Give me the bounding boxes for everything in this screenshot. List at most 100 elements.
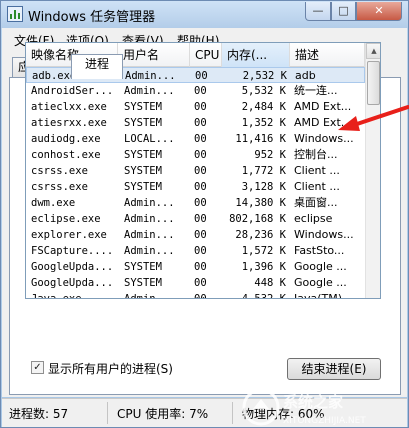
cell-description: 控制台... bbox=[294, 148, 338, 161]
cell-image-name: conhost.exe bbox=[31, 149, 101, 161]
cell-user-name: Admin... bbox=[124, 229, 175, 241]
cell-memory: 448 K bbox=[254, 277, 286, 289]
cell-image-name: csrss.exe bbox=[31, 165, 88, 177]
process-row[interactable]: AndroidSer... Admin... 00 5,532 K 统一连... bbox=[26, 83, 365, 99]
process-row[interactable]: Java.exe Admin... 00 4,532 K Java(TM)... bbox=[26, 291, 365, 299]
process-row[interactable]: FSCapture.... Admin... 00 1,572 K FastSto... bbox=[26, 243, 365, 259]
cell-image-name: GoogleUpda... bbox=[31, 261, 114, 273]
cell-user-name: Admin... bbox=[124, 213, 175, 225]
cell-user-name: SYSTEM bbox=[124, 261, 162, 273]
cell-description: Windows... bbox=[294, 228, 354, 241]
process-row[interactable]: atiesrxx.exe SYSTEM 00 1,352 K AMD Ext... bbox=[26, 115, 365, 131]
cell-description: Client ... bbox=[294, 164, 340, 177]
cell-image-name: FSCapture.... bbox=[31, 245, 114, 257]
scroll-up-icon[interactable]: ▲ bbox=[366, 43, 380, 59]
column-cpu[interactable]: CPU bbox=[190, 43, 222, 67]
cell-user-name: SYSTEM bbox=[124, 277, 162, 289]
cell-user-name: Admin... bbox=[124, 245, 175, 257]
cell-memory: 2,484 K bbox=[241, 101, 286, 113]
cell-user-name: Admin... bbox=[124, 293, 175, 299]
cell-image-name: GoogleUpda... bbox=[31, 277, 114, 289]
cell-image-name: atieclxx.exe bbox=[31, 101, 107, 113]
cell-user-name: SYSTEM bbox=[124, 117, 162, 129]
process-row[interactable]: dwm.exe Admin... 00 14,380 K 桌面窗... bbox=[26, 195, 365, 211]
column-user-name[interactable]: 用户名 bbox=[118, 43, 190, 67]
task-manager-icon bbox=[7, 6, 23, 22]
cell-memory: 3,128 K bbox=[241, 181, 286, 193]
minimize-button[interactable]: — bbox=[305, 2, 331, 21]
process-row[interactable]: csrss.exe SYSTEM 00 1,772 K Client ... bbox=[26, 163, 365, 179]
tab-processes[interactable]: 进程 bbox=[71, 54, 123, 79]
process-row[interactable]: conhost.exe SYSTEM 00 952 K 控制台... bbox=[26, 147, 365, 163]
cell-user-name: Admin... bbox=[124, 85, 175, 97]
cell-description: 统一连... bbox=[294, 84, 338, 97]
cell-cpu: 00 bbox=[194, 229, 207, 241]
task-manager-window: Windows 任务管理器 — □ ✕ 文件(F) 选项(O) 查看(V) 帮助… bbox=[0, 0, 409, 428]
cell-image-name: atiesrxx.exe bbox=[31, 117, 107, 129]
cell-cpu: 00 bbox=[194, 293, 207, 299]
process-row[interactable]: GoogleUpda... SYSTEM 00 448 K Google ... bbox=[26, 275, 365, 291]
window-title: Windows 任务管理器 bbox=[28, 10, 156, 25]
cell-user-name: Admin... bbox=[124, 197, 175, 209]
show-all-users-label[interactable]: 显示所有用户的进程(S) bbox=[48, 360, 173, 377]
cell-cpu: 00 bbox=[194, 85, 207, 97]
process-row[interactable]: atieclxx.exe SYSTEM 00 2,484 K AMD Ext... bbox=[26, 99, 365, 115]
cell-memory: 952 K bbox=[254, 149, 286, 161]
cell-user-name: SYSTEM bbox=[124, 149, 162, 161]
vertical-scrollbar[interactable]: ▲ bbox=[365, 43, 380, 298]
cell-cpu: 00 bbox=[194, 117, 207, 129]
cell-description: adb bbox=[295, 69, 316, 82]
cell-image-name: AndroidSer... bbox=[31, 85, 114, 97]
cell-image-name: eclipse.exe bbox=[31, 213, 101, 225]
cell-cpu: 00 bbox=[195, 70, 208, 82]
cell-description: FastSto... bbox=[294, 244, 345, 257]
red-arrow-annotation bbox=[338, 105, 409, 131]
maximize-button[interactable]: □ bbox=[331, 2, 356, 21]
title-bar[interactable]: Windows 任务管理器 — □ ✕ bbox=[1, 1, 408, 28]
scroll-thumb[interactable] bbox=[367, 61, 380, 105]
watermark-subtext: XITONGZHIJIA.NET bbox=[283, 416, 366, 426]
cell-cpu: 00 bbox=[194, 213, 207, 225]
cell-description: Java(TM)... bbox=[294, 292, 353, 299]
process-row[interactable]: audiodg.exe LOCAL... 00 11,416 K Windows... bbox=[26, 131, 365, 147]
cell-memory: 2,532 K bbox=[242, 70, 287, 82]
cell-description: eclipse bbox=[294, 212, 333, 225]
cell-description: 桌面窗... bbox=[294, 196, 338, 209]
cell-memory: 28,236 K bbox=[235, 229, 286, 241]
process-row[interactable]: explorer.exe Admin... 00 28,236 K Windows... bbox=[26, 227, 365, 243]
cell-memory: 1,396 K bbox=[241, 261, 286, 273]
cell-description: Google ... bbox=[294, 260, 347, 273]
cell-memory: 802,168 K bbox=[229, 213, 286, 225]
column-memory[interactable]: 内存(... bbox=[222, 43, 290, 67]
cell-cpu: 00 bbox=[194, 101, 207, 113]
status-cpu-usage: CPU 使用率: 7% bbox=[117, 407, 209, 421]
cell-user-name: LOCAL... bbox=[124, 133, 175, 145]
cell-image-name: explorer.exe bbox=[31, 229, 107, 241]
cell-description: Google ... bbox=[294, 276, 347, 289]
process-row[interactable]: GoogleUpda... SYSTEM 00 1,396 K Google ... bbox=[26, 259, 365, 275]
cell-user-name: SYSTEM bbox=[124, 181, 162, 193]
cell-cpu: 00 bbox=[194, 133, 207, 145]
cell-cpu: 00 bbox=[194, 245, 207, 257]
cell-description: Client ... bbox=[294, 180, 340, 193]
cell-memory: 14,380 K bbox=[235, 197, 286, 209]
cell-user-name: SYSTEM bbox=[124, 165, 162, 177]
cell-image-name: Java.exe bbox=[31, 293, 82, 299]
process-row[interactable]: eclipse.exe Admin... 00 802,168 K eclipse bbox=[26, 211, 365, 227]
show-all-users-checkbox[interactable]: ✓ bbox=[31, 361, 44, 374]
status-process-count: 进程数: 57 bbox=[9, 407, 69, 421]
cell-user-name: Admin... bbox=[125, 70, 176, 82]
cell-image-name: csrss.exe bbox=[31, 181, 88, 193]
watermark-logo: 系统之家 XITONGZHIJIA.NET bbox=[242, 388, 366, 426]
cell-cpu: 00 bbox=[194, 197, 207, 209]
cell-cpu: 00 bbox=[194, 181, 207, 193]
close-button[interactable]: ✕ bbox=[356, 2, 402, 21]
column-description[interactable]: 描述 bbox=[290, 43, 365, 67]
cell-cpu: 00 bbox=[194, 165, 207, 177]
end-process-button[interactable]: 结束进程(E) bbox=[287, 358, 381, 380]
cell-user-name: SYSTEM bbox=[124, 101, 162, 113]
cell-memory: 1,352 K bbox=[241, 117, 286, 129]
cell-memory: 1,772 K bbox=[241, 165, 286, 177]
process-row[interactable]: csrss.exe SYSTEM 00 3,128 K Client ... bbox=[26, 179, 365, 195]
process-list[interactable]: 映像名称 用户名 CPU 内存(... 描述 adb.exe *32 Admin.… bbox=[25, 42, 381, 299]
